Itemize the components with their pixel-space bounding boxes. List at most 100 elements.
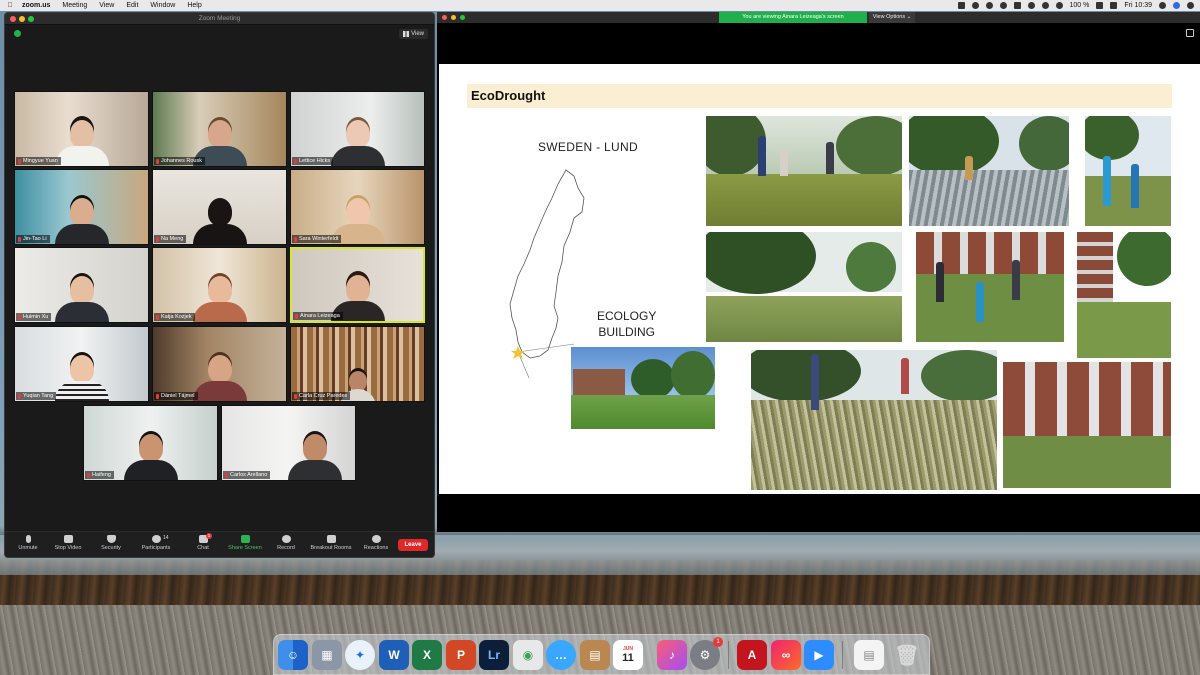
display-icon[interactable] xyxy=(1013,2,1021,9)
reactions-button[interactable]: Reactions xyxy=(353,535,399,551)
maps-app-icon[interactable]: ◉ xyxy=(513,640,543,670)
share-screen-icon xyxy=(240,535,250,543)
shield-status-icon[interactable] xyxy=(971,2,979,9)
zoom-title-bar[interactable]: Zoom Meeting xyxy=(5,13,434,25)
mic-muted-icon xyxy=(18,393,21,399)
participant-tile[interactable]: Huimin Xu xyxy=(14,247,149,323)
menu-meeting[interactable]: Meeting xyxy=(62,0,87,11)
documents-stack-icon[interactable]: ▤ xyxy=(854,640,884,670)
participant-video xyxy=(54,355,109,401)
fullscreen-icon[interactable] xyxy=(1186,29,1194,37)
participant-video xyxy=(192,276,247,322)
participant-tile[interactable]: Johannes Rousk xyxy=(152,91,287,167)
messages-app-icon[interactable]: … xyxy=(546,640,576,670)
clock[interactable]: Fri 10:39 xyxy=(1124,0,1152,11)
participants-button[interactable]: Participants 14 xyxy=(133,535,179,551)
participant-tile-active-speaker[interactable]: Ainara Leizeaga xyxy=(290,247,425,323)
site-label: ECOLOGY BUILDING xyxy=(597,309,657,339)
view-options-button[interactable]: View Options ⌄ xyxy=(869,12,915,23)
preview-app-icon[interactable]: ▦ xyxy=(312,640,342,670)
field-photo-8 xyxy=(1003,362,1171,488)
bluetooth-icon[interactable] xyxy=(1027,2,1035,9)
flag-icon[interactable] xyxy=(1110,2,1118,9)
minimize-window-button[interactable] xyxy=(451,15,456,20)
zoom-status-icon[interactable] xyxy=(957,2,965,9)
acrobat-app-icon[interactable]: A xyxy=(737,640,767,670)
macos-dock: ☺ ▦ ✦ W X P Lr ◉ … ▤ JUN 11 ♪ ⚙ 1 A ∞ ▶ … xyxy=(273,634,930,675)
participant-tile[interactable]: Carlos Arellano xyxy=(221,405,356,481)
participant-nametag: Carlos Arellano xyxy=(223,471,271,479)
powerpoint-app-icon[interactable]: P xyxy=(446,640,476,670)
creative-cloud-icon[interactable]: ∞ xyxy=(771,640,801,670)
field-photo-7 xyxy=(751,350,997,490)
lund-star-marker xyxy=(511,346,525,359)
mic-muted-icon xyxy=(156,236,159,242)
lightroom-app-icon[interactable]: Lr xyxy=(479,640,509,670)
chat-unread-badge: 1 xyxy=(206,533,212,539)
breakout-rooms-button[interactable]: Breakout Rooms xyxy=(308,535,354,551)
menu-window[interactable]: Window xyxy=(150,0,175,11)
battery-icon[interactable] xyxy=(1096,2,1104,9)
encryption-shield-icon[interactable] xyxy=(14,30,21,37)
field-photo-4 xyxy=(706,232,902,342)
word-app-icon[interactable]: W xyxy=(379,640,409,670)
participant-nametag: Ainara Leizeaga xyxy=(293,312,343,320)
time-machine-icon[interactable] xyxy=(999,2,1007,9)
shared-screen-title-bar[interactable]: You are viewing Ainara Leizeaga's screen… xyxy=(437,12,1200,23)
participant-tile[interactable]: Yuqian Tang xyxy=(14,326,149,402)
mic-muted-icon xyxy=(294,236,297,242)
participant-tile[interactable]: Dániel Tájmel xyxy=(152,326,287,402)
location-status-icon[interactable] xyxy=(985,2,993,9)
field-photo-1 xyxy=(706,116,902,226)
excel-app-icon[interactable]: X xyxy=(412,640,442,670)
zoom-app-icon[interactable]: ▶ xyxy=(804,640,834,670)
participant-tile[interactable]: Lettice Hicks xyxy=(290,91,425,167)
volume-icon[interactable] xyxy=(1055,2,1063,9)
menu-app-name[interactable]: zoom.us xyxy=(22,0,50,11)
participant-tile[interactable]: Mingyue Yuan xyxy=(14,91,149,167)
user-avatar-icon[interactable] xyxy=(1173,2,1180,9)
status-area: 100 % Fri 10:39 xyxy=(957,0,1194,11)
participant-tile[interactable]: Carla Cruz Paredes xyxy=(290,326,425,402)
music-app-icon[interactable]: ♪ xyxy=(657,640,687,670)
chat-button[interactable]: 1 Chat xyxy=(180,533,226,551)
wifi-icon[interactable] xyxy=(1041,2,1049,9)
mic-muted-icon xyxy=(294,158,297,164)
zoom-window-button[interactable] xyxy=(460,15,465,20)
view-button[interactable]: View xyxy=(399,29,428,39)
mic-muted-icon xyxy=(156,393,159,399)
dock-separator xyxy=(728,641,729,669)
participant-tile[interactable]: Jin-Tao Li xyxy=(14,169,149,245)
participant-tile[interactable]: Haifeng xyxy=(83,405,218,481)
menu-help[interactable]: Help xyxy=(187,0,201,11)
spotlight-search-icon[interactable] xyxy=(1159,2,1166,9)
menu-edit[interactable]: Edit xyxy=(126,0,138,11)
leave-meeting-button[interactable]: Leave xyxy=(398,539,428,551)
reactions-emoji-icon xyxy=(371,535,381,543)
notes-app-icon[interactable]: ▤ xyxy=(580,640,610,670)
participant-video xyxy=(192,198,247,244)
system-preferences-icon[interactable]: ⚙ 1 xyxy=(690,637,723,670)
participant-tile[interactable]: Na Meng xyxy=(152,169,287,245)
finder-app-icon[interactable]: ☺ xyxy=(278,640,308,670)
menu-view[interactable]: View xyxy=(99,0,114,11)
calendar-app-icon[interactable]: JUN 11 xyxy=(613,640,643,670)
slide-title: EcoDrought xyxy=(471,88,546,103)
participant-tile[interactable]: Katja Kozjek xyxy=(152,247,287,323)
participant-video xyxy=(192,355,247,401)
close-window-button[interactable] xyxy=(442,15,447,20)
share-screen-button[interactable]: Share Screen xyxy=(222,535,268,551)
record-button[interactable]: Record xyxy=(263,535,309,551)
safari-app-icon[interactable]: ✦ xyxy=(345,640,375,670)
viewing-screen-banner: You are viewing Ainara Leizeaga's screen xyxy=(719,12,867,23)
stop-video-button[interactable]: Stop Video xyxy=(45,535,91,551)
participant-tile[interactable]: Sara Winterfeldt xyxy=(290,169,425,245)
zoom-window-title: Zoom Meeting xyxy=(198,15,241,22)
security-button[interactable]: Security xyxy=(88,535,134,551)
trash-icon[interactable]: 🗑 xyxy=(892,640,922,670)
mic-muted-icon xyxy=(18,158,21,164)
notification-center-icon[interactable] xyxy=(1187,2,1194,9)
participant-nametag: Jin-Tao Li xyxy=(16,235,50,243)
apple-menu-icon[interactable]:  xyxy=(6,0,14,11)
mic-muted-icon xyxy=(87,472,90,478)
